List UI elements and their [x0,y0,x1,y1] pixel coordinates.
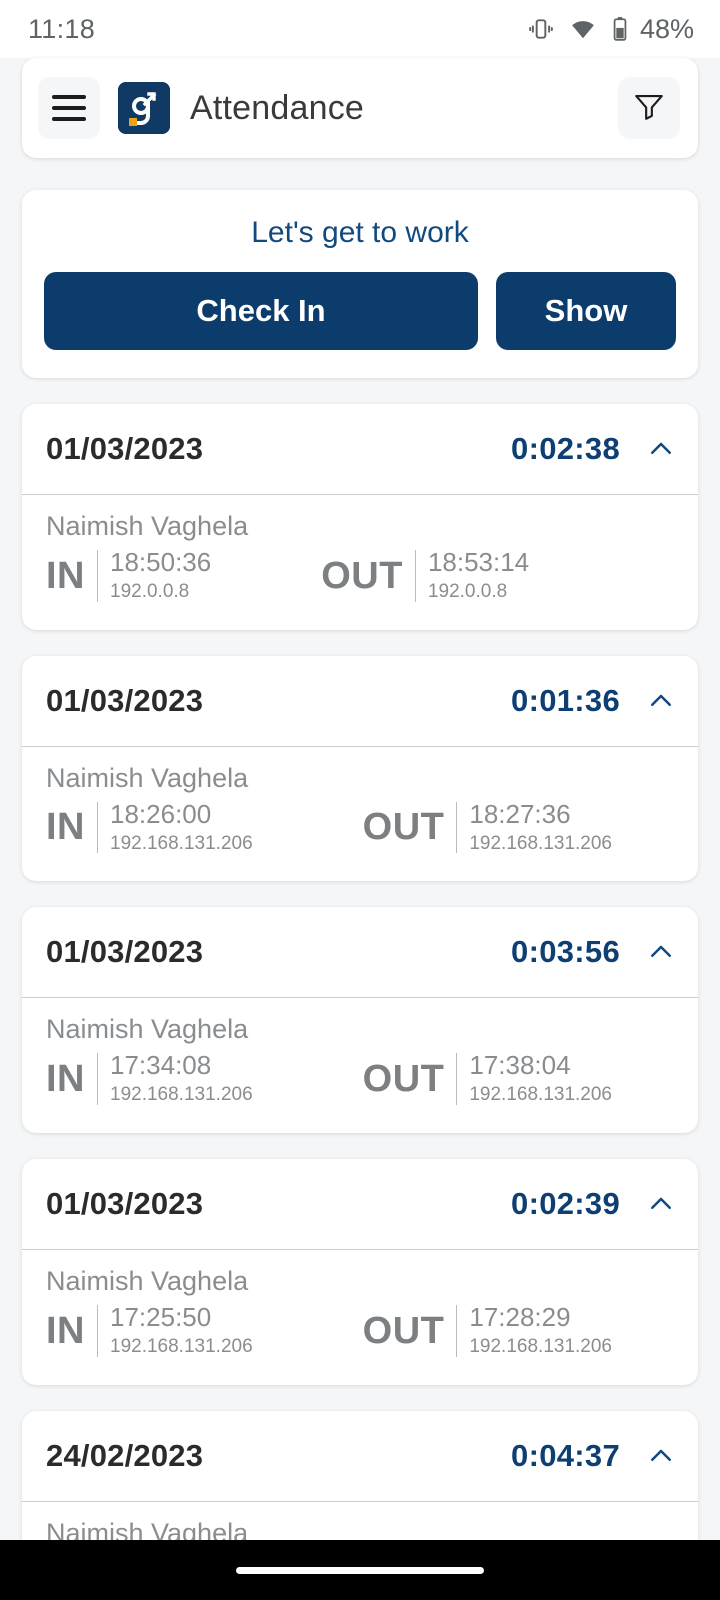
out-ip-address: 192.168.131.206 [469,1335,612,1357]
record-header[interactable]: 01/03/2023 0:02:39 [22,1159,698,1249]
check-in-button[interactable]: Check In [44,272,478,350]
out-ip-address: 192.168.131.206 [469,1084,612,1106]
page-title: Attendance [190,88,365,127]
record-details: Naimish Vaghela IN 18:50:36 192.0.0.8 OU… [22,495,698,630]
in-out-row: IN 17:25:50 192.168.131.206 OUT 17:28:29… [46,1301,674,1359]
action-button-row: Check In Show [44,272,676,350]
in-ip-address: 192.168.131.206 [110,1084,253,1106]
record-details: Naimish Vaghela IN 18:26:00 192.168.131.… [22,747,698,882]
out-time: 18:27:36 [469,798,571,829]
check-in-block: IN 17:34:08 192.168.131.206 [46,1050,253,1107]
filter-button[interactable] [618,77,680,139]
battery-icon [612,16,628,42]
check-in-card: Let's get to work Check In Show [22,190,698,378]
android-navigation-bar [0,1540,720,1600]
out-label: OUT [321,554,403,597]
attendance-record-card[interactable]: 01/03/2023 0:02:38 Naimish Vaghela IN 18… [22,404,698,630]
in-time: 17:25:50 [110,1301,212,1332]
in-time: 17:34:08 [110,1050,212,1081]
chevron-up-icon[interactable] [646,1441,676,1471]
app-screen: 11:18 48% Attendance Let's get to work C… [0,0,720,1600]
check-in-block: IN 18:26:00 192.168.131.206 [46,798,253,856]
record-header[interactable]: 24/02/2023 0:04:37 [22,1411,698,1501]
out-time: 17:28:29 [469,1301,571,1332]
check-out-block: OUT 18:53:14 192.0.0.8 [321,547,530,604]
status-icons: 48% [528,14,694,45]
record-header[interactable]: 01/03/2023 0:03:56 [22,907,698,997]
record-details: Naimish Vaghela IN 17:34:08 192.168.131.… [22,998,698,1133]
attendance-record-card[interactable]: 01/03/2023 0:03:56 Naimish Vaghela IN 17… [22,907,698,1133]
hamburger-menu-icon [52,95,86,121]
out-label: OUT [362,1058,445,1101]
check-in-block: IN 17:25:50 192.168.131.206 [46,1301,253,1359]
in-time: 18:26:00 [110,798,212,829]
hamburger-menu-button[interactable] [38,77,100,139]
chevron-up-icon[interactable] [646,686,676,716]
chevron-up-icon[interactable] [646,434,676,464]
in-label: IN [46,1058,85,1101]
record-details: Naimish Vaghela IN 17:25:50 192.168.131.… [22,1250,698,1385]
battery-percent: 48% [639,13,694,44]
record-duration: 0:03:56 [511,934,620,970]
check-out-block: OUT 18:27:36 192.168.131.206 [362,798,612,856]
record-duration: 0:02:38 [511,431,620,466]
status-time: 11:18 [28,13,96,44]
in-ip-address: 192.168.131.206 [110,1335,253,1357]
in-ip-address: 192.168.131.206 [110,832,253,854]
record-date: 01/03/2023 [46,934,204,970]
in-label: IN [46,554,85,597]
attendance-records: 01/03/2023 0:02:38 Naimish Vaghela IN 18… [22,404,698,1600]
employee-name: Naimish Vaghela [46,511,249,541]
home-indicator[interactable] [236,1566,484,1574]
check-in-block: IN 18:50:36 192.0.0.8 [46,547,212,604]
record-date: 01/03/2023 [46,431,204,466]
motivational-text: Let's get to work [251,216,469,249]
in-out-row: IN 17:34:08 192.168.131.206 OUT 17:38:04… [46,1050,674,1107]
chevron-up-icon[interactable] [646,1189,676,1219]
in-out-row: IN 18:26:00 192.168.131.206 OUT 18:27:36… [46,798,674,856]
record-duration: 0:02:39 [511,1185,620,1221]
app-bar: Attendance [22,58,698,158]
out-label: OUT [362,806,445,849]
record-date: 24/02/2023 [46,1437,204,1473]
app-bar-container: Attendance [0,58,720,168]
record-date: 01/03/2023 [46,682,204,718]
filter-funnel-icon [632,89,666,128]
employee-name: Naimish Vaghela [46,1014,249,1045]
record-date: 01/03/2023 [46,1185,204,1221]
in-time: 18:50:36 [110,547,212,577]
record-duration: 0:04:37 [511,1437,620,1473]
status-bar: 11:18 48% [0,0,720,58]
out-label: OUT [362,1309,445,1352]
employee-name: Naimish Vaghela [46,762,249,793]
record-header[interactable]: 01/03/2023 0:01:36 [22,656,698,746]
out-ip-address: 192.168.131.206 [469,832,612,854]
attendance-list-scroll[interactable]: Let's get to work Check In Show 01/03/20… [0,168,720,1600]
in-label: IN [46,1309,85,1352]
employee-name: Naimish Vaghela [46,1265,249,1296]
chevron-up-icon[interactable] [646,937,676,967]
check-out-block: OUT 17:28:29 192.168.131.206 [362,1301,612,1359]
record-duration: 0:01:36 [511,682,620,718]
attendance-record-card[interactable]: 01/03/2023 0:02:39 Naimish Vaghela IN 17… [22,1158,698,1385]
out-time: 17:38:04 [469,1050,571,1081]
wifi-icon [569,16,597,42]
record-header[interactable]: 01/03/2023 0:02:38 [22,404,698,494]
out-ip-address: 192.0.0.8 [427,580,508,602]
show-button[interactable]: Show [496,272,676,350]
out-time: 18:53:14 [427,547,530,577]
check-out-block: OUT 17:38:04 192.168.131.206 [362,1050,612,1107]
in-label: IN [46,806,85,849]
vibrate-icon [528,16,554,42]
gatestech-g-logo-icon [118,82,170,134]
in-out-row: IN 18:50:36 192.0.0.8 OUT 18:53:14 192.0… [46,547,674,604]
attendance-record-card[interactable]: 01/03/2023 0:01:36 Naimish Vaghela IN 18… [22,655,698,882]
in-ip-address: 192.0.0.8 [110,580,190,602]
